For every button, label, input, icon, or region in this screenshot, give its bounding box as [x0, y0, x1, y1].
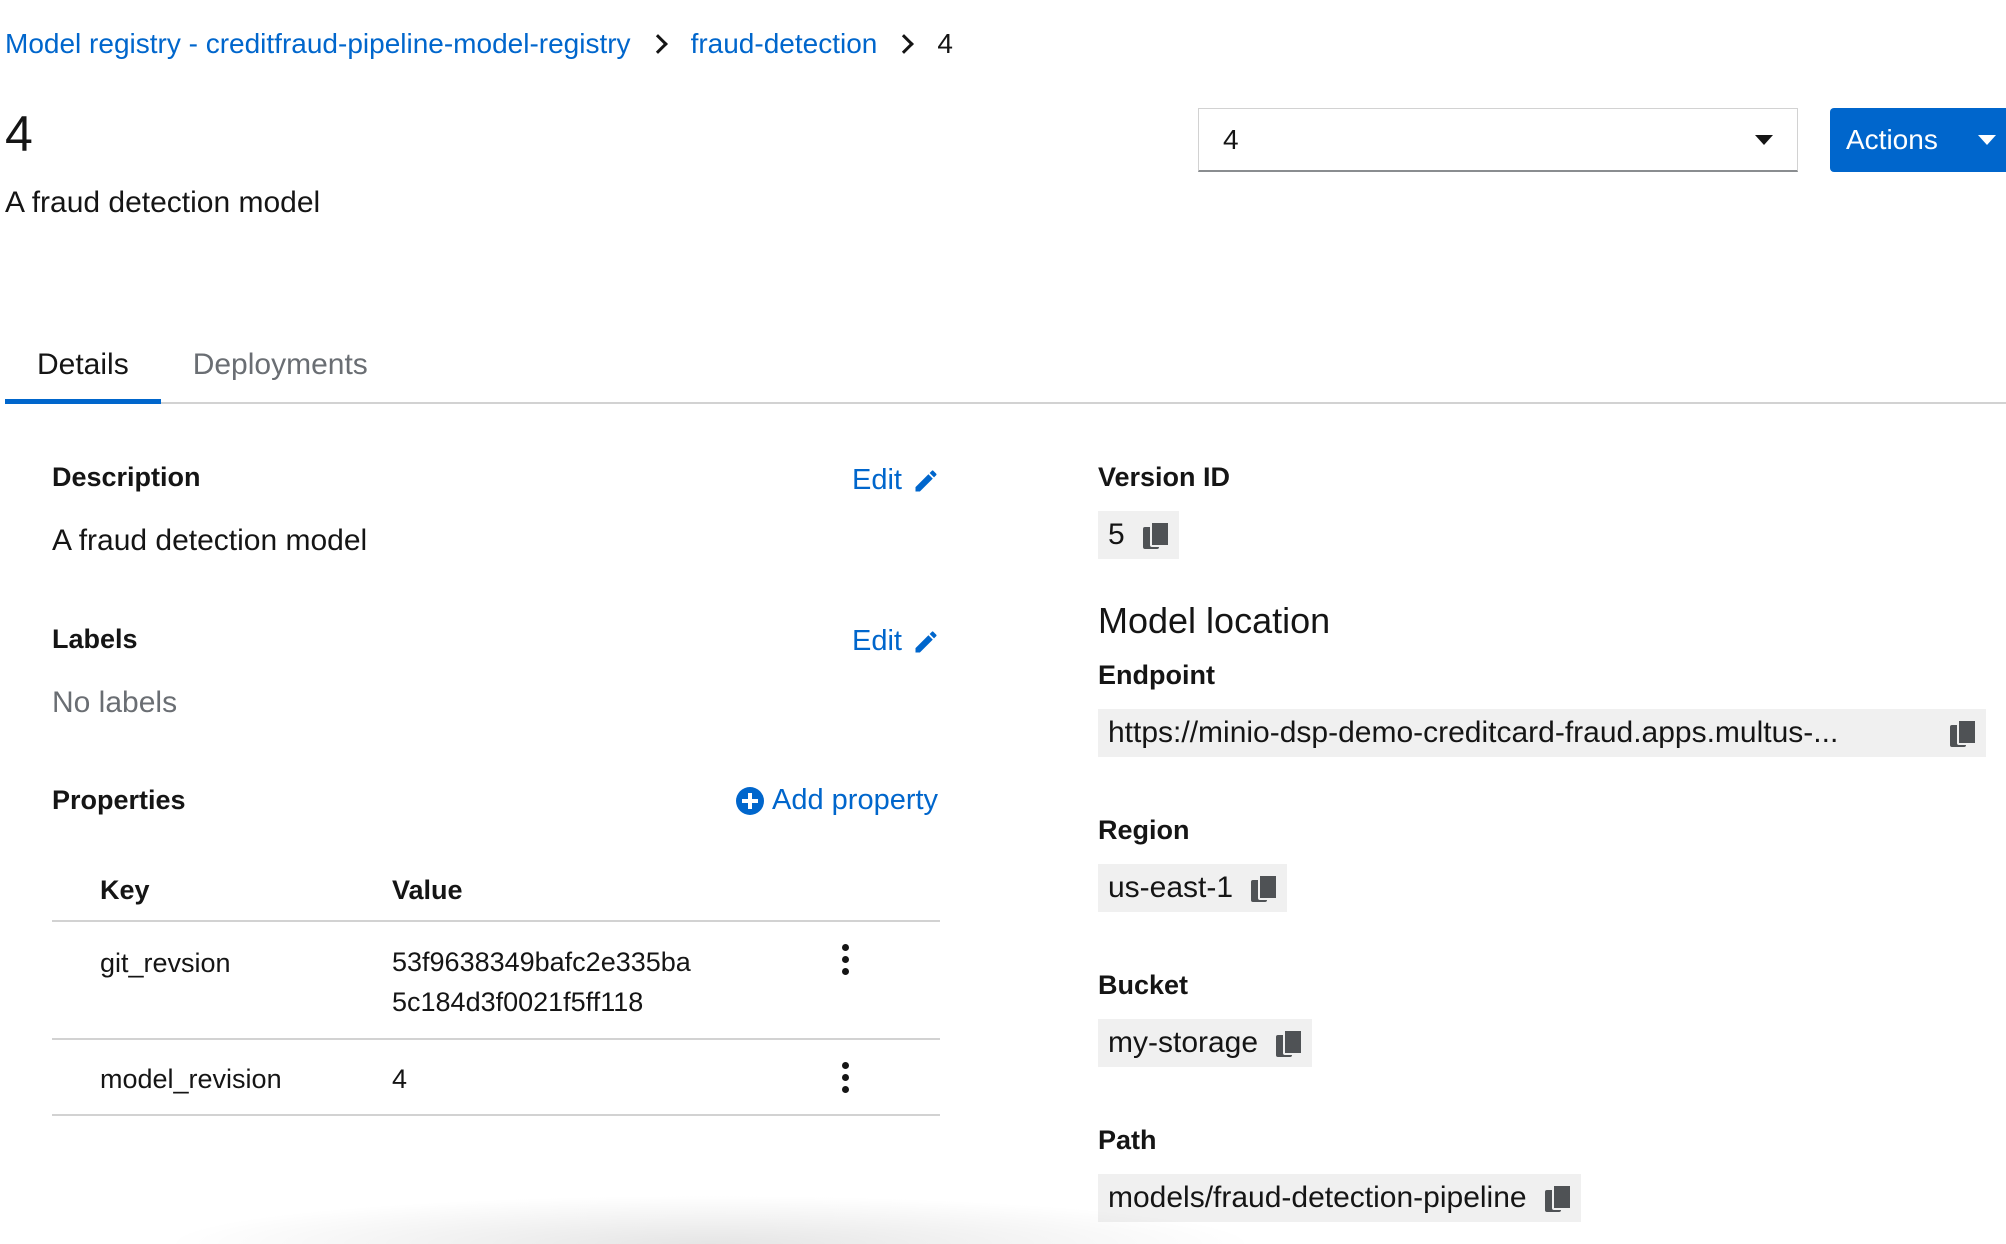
version-select[interactable]: 4: [1198, 108, 1798, 172]
region-value: us-east-1: [1108, 871, 1234, 904]
bucket-clipboard: my-storage: [1098, 1019, 1313, 1067]
edit-labels-button[interactable]: Edit: [852, 625, 940, 658]
table-row: model_revision 4: [52, 1040, 940, 1116]
caret-down-icon: [1977, 135, 1996, 145]
copy-icon[interactable]: [1544, 1184, 1572, 1212]
properties-table: Key Value git_revsion 53f9638349bafc2e33…: [52, 860, 940, 1116]
bottom-shadow: [160, 1195, 1260, 1244]
endpoint-clipboard: https://minio-dsp-demo-creditcard-fraud.…: [1098, 709, 1986, 757]
breadcrumb-model-link[interactable]: fraud-detection: [691, 28, 878, 60]
version-id-label: Version ID: [1098, 462, 1231, 492]
bucket-value: my-storage: [1108, 1026, 1259, 1059]
table-header: Key Value: [52, 860, 940, 922]
version-id-value: 5: [1108, 518, 1125, 551]
tabs: Details Deployments: [5, 340, 2006, 404]
path-label: Path: [1098, 1125, 1157, 1155]
page-subtitle: A fraud detection model: [5, 186, 321, 219]
add-property-button[interactable]: Add property: [736, 784, 938, 817]
breadcrumb: Model registry - creditfraud-pipeline-mo…: [5, 28, 953, 60]
version-id-clipboard: 5: [1098, 511, 1179, 559]
pencil-icon: [915, 469, 937, 491]
actions-button-label: Actions: [1846, 124, 1938, 155]
model-location-title: Model location: [1098, 600, 1331, 641]
kebab-menu-icon[interactable]: [842, 1062, 849, 1093]
breadcrumb-registry-link[interactable]: Model registry - creditfraud-pipeline-mo…: [5, 28, 631, 60]
endpoint-label: Endpoint: [1098, 660, 1215, 690]
pencil-icon: [915, 630, 937, 652]
table-row: git_revsion 53f9638349bafc2e335ba 5c184d…: [52, 922, 940, 1040]
description-label: Description: [52, 462, 201, 492]
tab-deployments[interactable]: Deployments: [161, 340, 400, 404]
header-key: Key: [100, 874, 150, 905]
caret-down-icon: [1755, 134, 1773, 145]
copy-icon[interactable]: [1276, 1029, 1304, 1057]
actions-button[interactable]: Actions: [1830, 108, 2006, 172]
plus-circle-icon: [736, 786, 764, 815]
copy-icon[interactable]: [1142, 521, 1170, 549]
version-select-value: 4: [1223, 123, 1239, 155]
property-value: 4: [392, 1064, 408, 1094]
tab-details[interactable]: Details: [5, 340, 161, 404]
header-value: Value: [392, 874, 463, 905]
property-key: git_revsion: [100, 948, 231, 978]
properties-label: Properties: [52, 785, 186, 815]
region-clipboard: us-east-1: [1098, 864, 1288, 912]
property-value-line: 5c184d3f0021f5ff118: [392, 987, 644, 1017]
labels-value: No labels: [52, 686, 178, 719]
chevron-right-icon: [894, 34, 915, 54]
copy-icon[interactable]: [1950, 719, 1977, 747]
page-title: 4: [5, 106, 33, 162]
chevron-right-icon: [647, 34, 668, 54]
region-label: Region: [1098, 815, 1190, 845]
labels-label: Labels: [52, 624, 138, 654]
breadcrumb-current: 4: [937, 28, 953, 59]
endpoint-value: https://minio-dsp-demo-creditcard-fraud.…: [1108, 716, 1839, 749]
property-key: model_revision: [100, 1064, 282, 1094]
property-value-line: 53f9638349bafc2e335ba: [392, 947, 691, 977]
bucket-label: Bucket: [1098, 970, 1189, 1000]
copy-icon[interactable]: [1251, 874, 1279, 902]
description-value: A fraud detection model: [52, 524, 368, 557]
edit-description-button[interactable]: Edit: [852, 464, 940, 497]
kebab-menu-icon[interactable]: [842, 944, 849, 975]
